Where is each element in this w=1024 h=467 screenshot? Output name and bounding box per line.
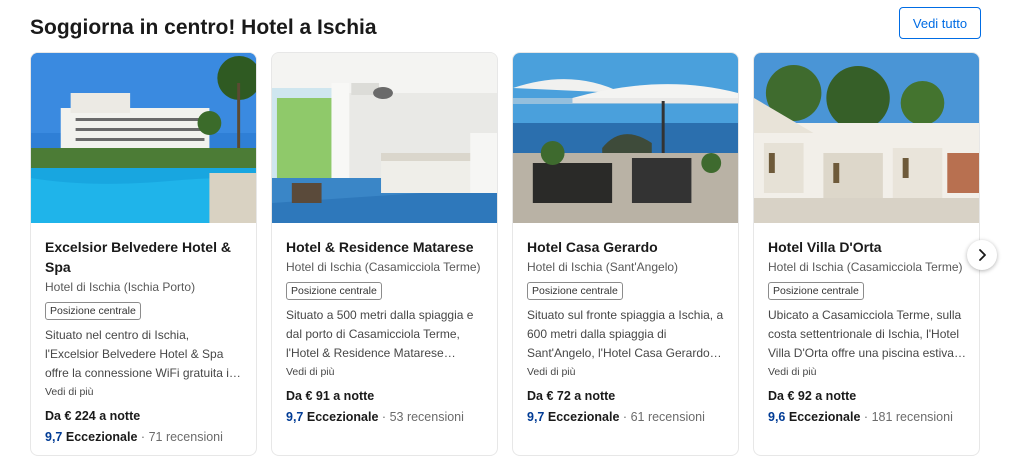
review-count: 53 recensioni (389, 410, 464, 424)
hotel-name[interactable]: Excelsior Belvedere Hotel & Spa (45, 237, 244, 277)
review-score-label: Eccezionale (65, 430, 138, 444)
see-more-link[interactable]: Vedi di più (768, 365, 967, 380)
hotel-photo[interactable] (513, 53, 738, 223)
see-more-link[interactable]: Vedi di più (527, 365, 726, 380)
location-badge: Posizione centrale (527, 282, 623, 300)
hotel-rating: 9,6 Eccezionale · 181 recensioni (768, 408, 967, 426)
see-more-link[interactable]: Vedi di più (45, 385, 244, 400)
section-header: Soggiorna in centro! Hotel a Ischia Vedi… (30, 7, 981, 42)
hotel-description: Situato nel centro di Ischia, l'Excelsio… (45, 328, 241, 380)
rating-separator: · (137, 430, 149, 444)
hotel-rating: 9,7 Eccezionale · 53 recensioni (286, 408, 485, 426)
rating-separator: · (619, 410, 631, 424)
hotel-price: Da € 224 a notte (45, 409, 141, 423)
location-badge: Posizione centrale (768, 282, 864, 300)
review-score: 9,6 (768, 410, 786, 424)
hotel-card[interactable]: Hotel Casa Gerardo Hotel di Ischia (Sant… (512, 52, 739, 456)
hotel-card[interactable]: Hotel & Residence Matarese Hotel di Isch… (271, 52, 498, 456)
review-score-label: Eccezionale (788, 410, 861, 424)
see-more-link[interactable]: Vedi di più (286, 365, 485, 380)
chevron-right-icon (979, 249, 986, 261)
section-title: Soggiorna in centro! Hotel a Ischia (30, 16, 377, 39)
hotel-rating: 9,7 Eccezionale · 71 recensioni (45, 428, 244, 446)
review-score: 9,7 (527, 410, 545, 424)
rating-separator: · (860, 410, 872, 424)
hotel-price: Da € 92 a notte (768, 389, 857, 403)
hotel-price: Da € 72 a notte (527, 389, 616, 403)
review-count: 181 recensioni (871, 410, 953, 424)
see-all-button[interactable]: Vedi tutto (899, 7, 981, 39)
review-count: 71 recensioni (148, 430, 223, 444)
carousel-next-button[interactable] (967, 240, 997, 270)
rating-separator: · (378, 410, 390, 424)
review-score-label: Eccezionale (547, 410, 620, 424)
review-count: 61 recensioni (630, 410, 705, 424)
hotel-name[interactable]: Hotel Villa D'Orta (768, 237, 967, 257)
review-score-label: Eccezionale (306, 410, 379, 424)
hotel-name[interactable]: Hotel Casa Gerardo (527, 237, 726, 257)
hotel-card[interactable]: Hotel Villa D'Orta Hotel di Ischia (Casa… (753, 52, 980, 456)
hotel-location: Hotel di Ischia (Casamicciola Terme) (286, 260, 481, 274)
hotel-location: Hotel di Ischia (Sant'Angelo) (527, 260, 679, 274)
hotel-name[interactable]: Hotel & Residence Matarese (286, 237, 485, 257)
hotel-carousel: Excelsior Belvedere Hotel & Spa Hotel di… (30, 52, 981, 456)
review-score: 9,7 (286, 410, 304, 424)
location-badge: Posizione centrale (286, 282, 382, 300)
hotel-rating: 9,7 Eccezionale · 61 recensioni (527, 408, 726, 426)
location-badge: Posizione centrale (45, 302, 141, 320)
hotel-description: Ubicato a Casamicciola Terme, sulla cost… (768, 308, 966, 360)
hotel-description: Situato sul fronte spiaggia a Ischia, a … (527, 308, 724, 360)
hotel-photo[interactable] (272, 53, 497, 223)
review-score: 9,7 (45, 430, 63, 444)
hotel-photo[interactable] (31, 53, 256, 223)
hotel-location: Hotel di Ischia (Ischia Porto) (45, 280, 196, 294)
hotel-location: Hotel di Ischia (Casamicciola Terme) (768, 260, 963, 274)
hotel-description: Situato a 500 metri dalla spiaggia e dal… (286, 308, 474, 360)
hotel-card[interactable]: Excelsior Belvedere Hotel & Spa Hotel di… (30, 52, 257, 456)
hotel-photo[interactable] (754, 53, 979, 223)
hotel-price: Da € 91 a notte (286, 389, 375, 403)
